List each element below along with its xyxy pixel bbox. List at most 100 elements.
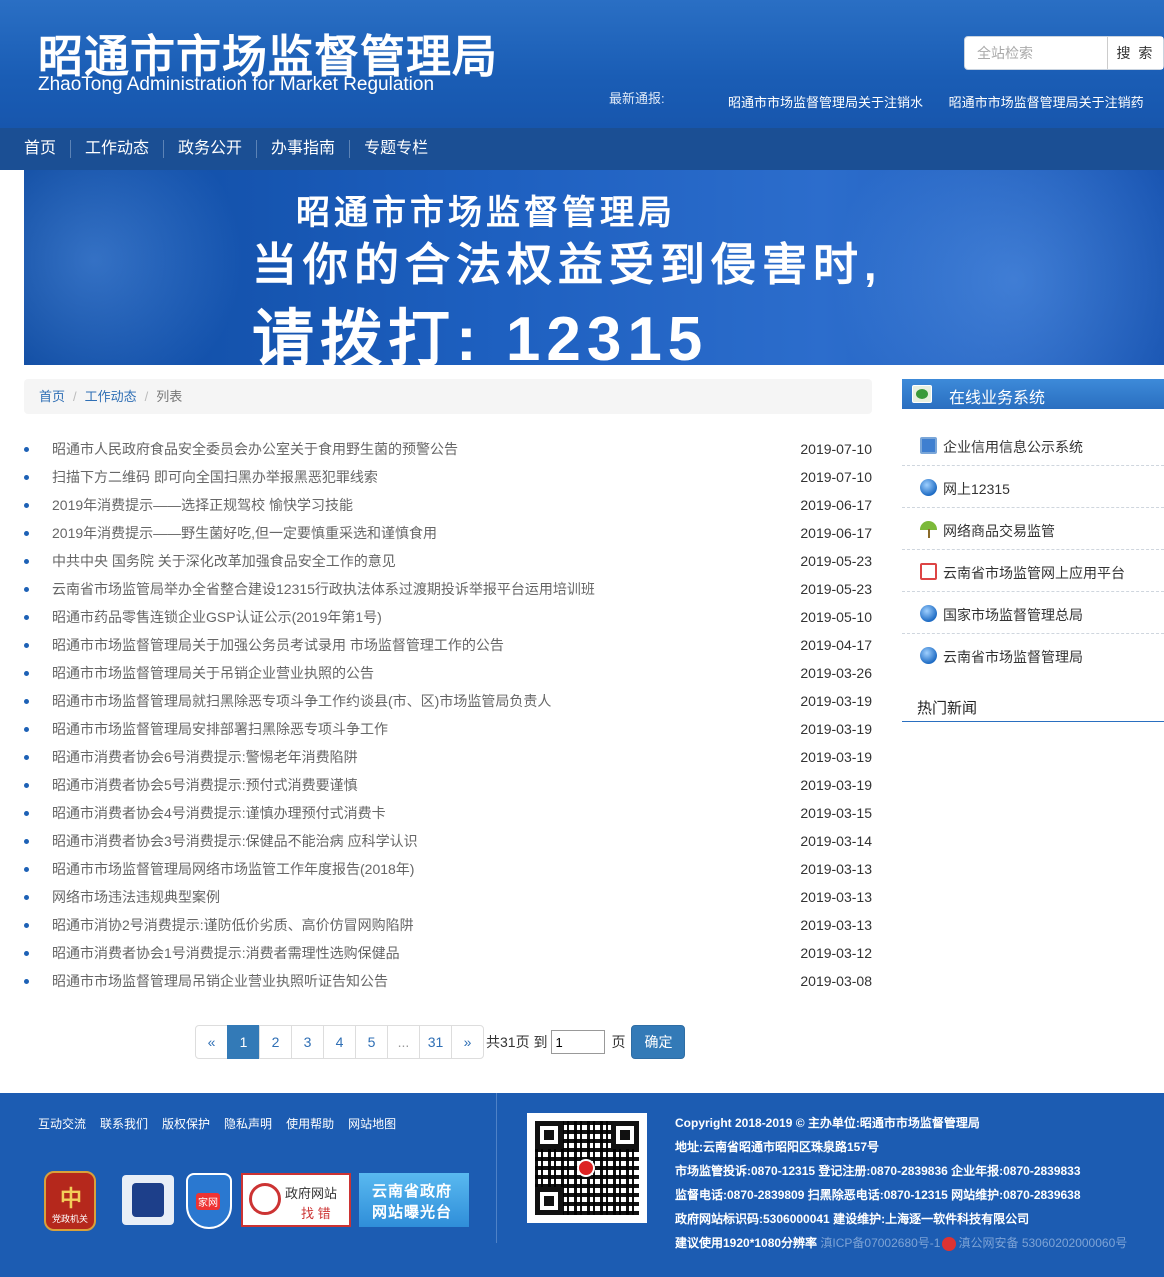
sidebar-item[interactable]: 云南省市场监管网上应用平台 xyxy=(902,550,1164,592)
page-link[interactable]: 4 xyxy=(323,1025,356,1059)
hot-news-divider xyxy=(902,721,1164,722)
news-title-link[interactable]: 2019年消费提示——选择正规驾校 愉快学习技能 xyxy=(52,491,353,519)
footer-link-sitemap[interactable]: 网站地图 xyxy=(348,1115,396,1132)
sidebar-header: 在线业务系统 xyxy=(902,379,1164,409)
news-title-link[interactable]: 云南省市场监管局举办全省整合建设12315行政执法体系过渡期投诉举报平台运用培训… xyxy=(52,575,595,603)
page-link[interactable]: 31 xyxy=(419,1025,452,1059)
footer-link-copyright[interactable]: 版权保护 xyxy=(162,1115,210,1132)
news-title-link[interactable]: 昭通市药品零售连锁企业GSP认证公示(2019年第1号) xyxy=(52,603,382,631)
sidebar-item[interactable]: 国家市场监督管理总局 xyxy=(902,592,1164,634)
sidebar-item[interactable]: 企业信用信息公示系统 xyxy=(902,424,1164,466)
news-title-link[interactable]: 昭通市市场监督管理局关于加强公务员考试录用 市场监督管理工作的公告 xyxy=(52,631,504,659)
news-list-item[interactable]: 昭通市消费者协会3号消费提示:保健品不能治病 应科学认识 2019-03-14 xyxy=(24,827,872,855)
news-title-link[interactable]: 昭通市市场监督管理局安排部署扫黑除恶专项斗争工作 xyxy=(52,715,388,743)
news-title-link[interactable]: 昭通市消费者协会6号消费提示:警惕老年消费陷阱 xyxy=(52,743,358,771)
news-title-link[interactable]: 2019年消费提示——野生菌好吃,但一定要慎重采选和谨慎食用 xyxy=(52,519,437,547)
nav-special-topics[interactable]: 专题专栏 xyxy=(350,140,442,158)
page-go-button[interactable]: 确定 xyxy=(631,1025,686,1059)
news-title-link[interactable]: 昭通市消费者协会4号消费提示:谨慎办理预付式消费卡 xyxy=(52,799,386,827)
bullet-icon xyxy=(24,615,29,620)
news-title-link[interactable]: 昭通市市场监督管理局就扫黑除恶专项斗争工作约谈县(市、区)市场监管局负责人 xyxy=(52,687,551,715)
footer-link-contact[interactable]: 联系我们 xyxy=(100,1115,148,1132)
party-gov-badge[interactable]: 中 党政机关 xyxy=(44,1171,96,1231)
footer-copyright: Copyright 2018-2019 © 主办单位:昭通市市场监督管理局 xyxy=(675,1116,980,1130)
news-list-item[interactable]: 2019年消费提示——选择正规驾校 愉快学习技能 2019-06-17 xyxy=(24,491,872,519)
sidebar-item-label[interactable]: 云南省市场监管网上应用平台 xyxy=(943,563,1125,583)
news-list-item[interactable]: 昭通市消费者协会5号消费提示:预付式消费要谨慎 2019-03-19 xyxy=(24,771,872,799)
news-list-item[interactable]: 2019年消费提示——野生菌好吃,但一定要慎重采选和谨慎食用 2019-06-17 xyxy=(24,519,872,547)
news-list-item[interactable]: 昭通市消费者协会4号消费提示:谨慎办理预付式消费卡 2019-03-15 xyxy=(24,799,872,827)
search-input[interactable] xyxy=(965,37,1107,69)
news-list-item[interactable]: 云南省市场监管局举办全省整合建设12315行政执法体系过渡期投诉举报平台运用培训… xyxy=(24,575,872,603)
news-list-item[interactable]: 扫描下方二维码 即可向全国扫黑办举报黑恶犯罪线索 2019-07-10 xyxy=(24,463,872,491)
footer-police-record[interactable]: 滇公网安备 53060202000060号 xyxy=(958,1236,1127,1250)
search-button[interactable]: 搜 索 xyxy=(1107,37,1163,69)
footer-icp[interactable]: 滇ICP备07002680号-1 xyxy=(820,1236,940,1250)
nav-service-guide[interactable]: 办事指南 xyxy=(257,140,351,158)
news-list-item[interactable]: 昭通市人民政府食品安全委员会办公室关于食用野生菌的预警公告 2019-07-10 xyxy=(24,435,872,463)
sidebar-item-label[interactable]: 云南省市场监督管理局 xyxy=(943,647,1083,667)
breadcrumb-section[interactable]: 工作动态 xyxy=(85,389,137,404)
gov-site-error-badge[interactable]: 政府网站 找 错 xyxy=(241,1173,351,1227)
notice-item[interactable]: 昭通市市场监督管理局关于注销水 xyxy=(728,95,923,110)
page-jump-input[interactable] xyxy=(551,1030,606,1054)
footer-link-help[interactable]: 使用帮助 xyxy=(286,1115,334,1132)
nav-gov-affairs[interactable]: 政务公开 xyxy=(164,140,258,158)
sidebar-item[interactable]: 云南省市场监督管理局 xyxy=(902,634,1164,676)
page-link[interactable]: 5 xyxy=(355,1025,388,1059)
news-title-link[interactable]: 昭通市市场监督管理局关于吊销企业营业执照的公告 xyxy=(52,659,374,687)
news-title-link[interactable]: 昭通市市场监督管理局网络市场监管工作年度报告(2018年) xyxy=(52,855,414,883)
news-date: 2019-03-19 xyxy=(800,693,872,709)
news-list-item[interactable]: 昭通市市场监督管理局关于加强公务员考试录用 市场监督管理工作的公告 2019-04… xyxy=(24,631,872,659)
sidebar-item[interactable]: 网上12315 xyxy=(902,466,1164,508)
page-prev[interactable]: « xyxy=(195,1025,228,1059)
news-list: 昭通市人民政府食品安全委员会办公室关于食用野生菌的预警公告 2019-07-10 扫… xyxy=(24,435,872,995)
footer-link-interact[interactable]: 互动交流 xyxy=(38,1115,86,1132)
news-title-link[interactable]: 中共中央 国务院 关于深化改革加强食品安全工作的意见 xyxy=(52,547,396,575)
news-list-item[interactable]: 昭通市市场监督管理局就扫黑除恶专项斗争工作约谈县(市、区)市场监管局负责人 201… xyxy=(24,687,872,715)
footer-link-privacy[interactable]: 隐私声明 xyxy=(224,1115,272,1132)
news-list-item[interactable]: 昭通市市场监督管理局网络市场监管工作年度报告(2018年) 2019-03-13 xyxy=(24,855,872,883)
news-list-item[interactable]: 昭通市市场监督管理局吊销企业营业执照听证告知公告 2019-03-08 xyxy=(24,967,872,995)
news-list-item[interactable]: 昭通市消费者协会1号消费提示:消费者需理性选购保健品 2019-03-12 xyxy=(24,939,872,967)
breadcrumb-home[interactable]: 首页 xyxy=(39,389,65,404)
news-list-item[interactable]: 中共中央 国务院 关于深化改革加强食品安全工作的意见 2019-05-23 xyxy=(24,547,872,575)
news-date: 2019-03-12 xyxy=(800,945,872,961)
sidebar-item-label[interactable]: 网上12315 xyxy=(943,479,1010,499)
page-link[interactable]: 1 xyxy=(227,1025,260,1059)
breadcrumb-separator: / xyxy=(73,389,77,404)
expose-platform-badge[interactable]: 云南省政府 网站曝光台 xyxy=(359,1173,469,1227)
page-link[interactable]: 2 xyxy=(259,1025,292,1059)
shield-badge-icon[interactable]: 家网 xyxy=(186,1173,232,1229)
globe-icon xyxy=(920,605,937,622)
news-title-link[interactable]: 昭通市人民政府食品安全委员会办公室关于食用野生菌的预警公告 xyxy=(52,435,458,463)
sidebar-item-label[interactable]: 企业信用信息公示系统 xyxy=(943,437,1083,457)
nav-work-news[interactable]: 工作动态 xyxy=(71,140,165,158)
news-list-item[interactable]: 昭通市市场监督管理局关于吊销企业营业执照的公告 2019-03-26 xyxy=(24,659,872,687)
news-title-link[interactable]: 昭通市消费者协会5号消费提示:预付式消费要谨慎 xyxy=(52,771,358,799)
news-title-link[interactable]: 扫描下方二维码 即可向全国扫黑办举报黑恶犯罪线索 xyxy=(52,463,378,491)
police-badge-icon[interactable] xyxy=(122,1175,174,1225)
page-link[interactable]: 3 xyxy=(291,1025,324,1059)
news-title-link[interactable]: 昭通市消费者协会1号消费提示:消费者需理性选购保健品 xyxy=(52,939,400,967)
sidebar-item[interactable]: 网络商品交易监管 xyxy=(902,508,1164,550)
sidebar-item-label[interactable]: 国家市场监督管理总局 xyxy=(943,605,1083,625)
news-list-item[interactable]: 昭通市药品零售连锁企业GSP认证公示(2019年第1号) 2019-05-10 xyxy=(24,603,872,631)
news-title-link[interactable]: 昭通市市场监督管理局吊销企业营业执照听证告知公告 xyxy=(52,967,388,995)
bullet-icon xyxy=(24,503,29,508)
sidebar-item-label[interactable]: 网络商品交易监管 xyxy=(943,521,1055,541)
shield-badge-label: 家网 xyxy=(196,1193,220,1210)
news-list-item[interactable]: 昭通市消协2号消费提示:谨防低价劣质、高价仿冒网购陷阱 2019-03-13 xyxy=(24,911,872,939)
news-title-link[interactable]: 昭通市消协2号消费提示:谨防低价劣质、高价仿冒网购陷阱 xyxy=(52,911,414,939)
news-list-item[interactable]: 昭通市消费者协会6号消费提示:警惕老年消费陷阱 2019-03-19 xyxy=(24,743,872,771)
news-list-item[interactable]: 网络市场违法违规典型案例 2019-03-13 xyxy=(24,883,872,911)
news-title-link[interactable]: 网络市场违法违规典型案例 xyxy=(52,883,220,911)
news-list-item[interactable]: 昭通市市场监督管理局安排部署扫黑除恶专项斗争工作 2019-03-19 xyxy=(24,715,872,743)
notice-item[interactable]: 昭通市市场监督管理局关于注销药 xyxy=(949,95,1144,110)
bullet-icon xyxy=(24,923,29,928)
page-next[interactable]: » xyxy=(451,1025,484,1059)
breadcrumb-separator: / xyxy=(144,389,149,404)
news-title-link[interactable]: 昭通市消费者协会3号消费提示:保健品不能治病 应科学认识 xyxy=(52,827,418,855)
nav-home[interactable]: 首页 xyxy=(10,140,72,158)
bullet-icon xyxy=(24,559,29,564)
